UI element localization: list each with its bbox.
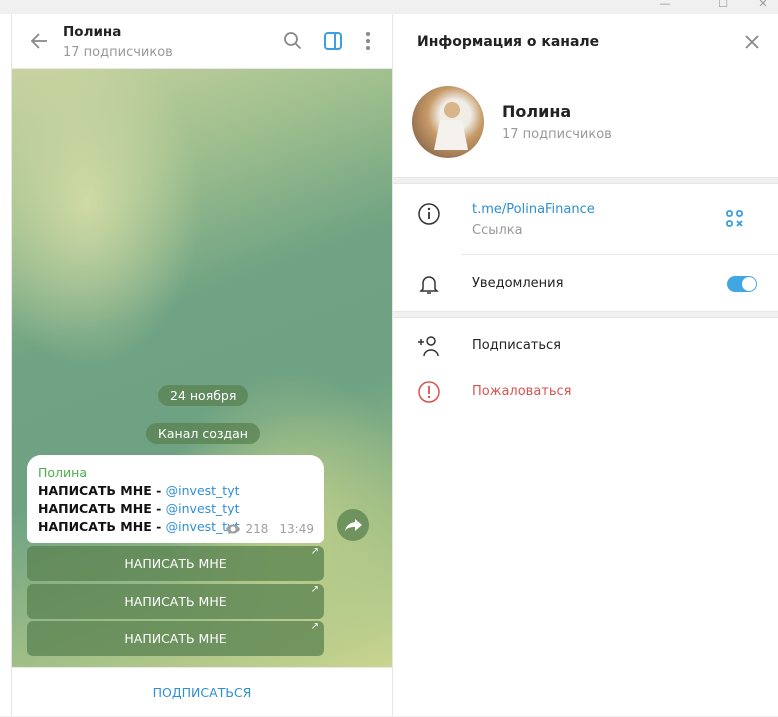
inline-button[interactable]: НАПИСАТЬ МНЕ ↗ [27,546,324,581]
bell-icon [419,276,439,294]
forward-icon[interactable] [337,509,369,541]
back-arrow-icon[interactable] [28,30,50,52]
chat-panel: Полина 17 подписчиков 24 ноября Канал со… [12,14,392,716]
join-row[interactable]: Подписаться [393,332,778,362]
row-divider [462,254,778,255]
more-menu-icon[interactable] [357,30,379,52]
message-author: Полина [38,465,87,480]
message-line: НАПИСАТЬ МНЕ - @invest_tyt [38,501,240,516]
message-line: НАПИСАТЬ МНЕ - @invest_tyt [38,483,240,498]
eye-icon [225,524,240,534]
section-divider [393,177,778,184]
mention-link[interactable]: @invest_tyt [166,501,240,516]
info-header: Информация о канале [393,14,778,70]
search-icon[interactable] [282,30,304,52]
window-titlebar: — ☐ ✕ [0,0,778,14]
chat-header: Полина 17 подписчиков [12,14,392,69]
add-user-icon [418,336,439,357]
qr-code-icon[interactable] [725,209,745,229]
info-title: Информация о канале [417,34,600,50]
inline-button[interactable]: НАПИСАТЬ МНЕ ↗ [27,621,324,656]
chat-background: 24 ноября Канал создан Полина НАПИСАТЬ М… [12,69,392,667]
notifications-toggle[interactable] [727,276,757,292]
chat-title[interactable]: Полина [63,24,121,40]
section-divider [393,311,778,318]
chat-subtitle: 17 подписчиков [63,45,173,60]
window-close-icon[interactable]: ✕ [748,0,778,14]
sidebar-toggle-icon[interactable] [322,30,344,52]
report-icon [418,381,440,403]
notifications-label: Уведомления [472,276,564,291]
channel-subscribers: 17 подписчиков [502,127,612,142]
join-label: Подписаться [472,338,561,353]
chat-list-edge [0,14,12,716]
avatar-photo [434,102,468,150]
channel-name: Полина [502,102,572,121]
subscribe-button[interactable]: ПОДПИСАТЬСЯ [12,667,392,716]
external-link-icon: ↗ [310,621,319,632]
minimize-icon[interactable]: — [650,0,680,14]
mention-link[interactable]: @invest_tyt [166,483,240,498]
link-row[interactable]: t.me/PolinaFinance Ссылка [393,194,778,254]
external-link-icon: ↗ [310,546,319,557]
report-row[interactable]: Пожаловаться [393,378,778,408]
info-icon [418,203,440,225]
link-label: Ссылка [472,223,523,238]
avatar[interactable] [412,86,484,158]
channel-info-panel: Информация о канале Полина 17 подписчико… [392,14,778,716]
close-icon[interactable] [744,34,760,50]
inline-button[interactable]: НАПИСАТЬ МНЕ ↗ [27,584,324,619]
service-message: Канал создан [146,423,260,444]
message-meta: 218 13:49 [225,520,314,538]
external-link-icon: ↗ [310,584,319,595]
message-bubble: Полина НАПИСАТЬ МНЕ - @invest_tyt НАПИСА… [27,455,324,543]
report-label: Пожаловаться [472,384,572,399]
date-badge: 24 ноября [158,385,249,406]
maximize-icon[interactable]: ☐ [708,0,738,14]
notifications-row[interactable]: Уведомления [393,269,778,299]
message-time: 13:49 [279,522,314,536]
view-count: 218 [245,522,269,536]
channel-link[interactable]: t.me/PolinaFinance [472,202,595,217]
